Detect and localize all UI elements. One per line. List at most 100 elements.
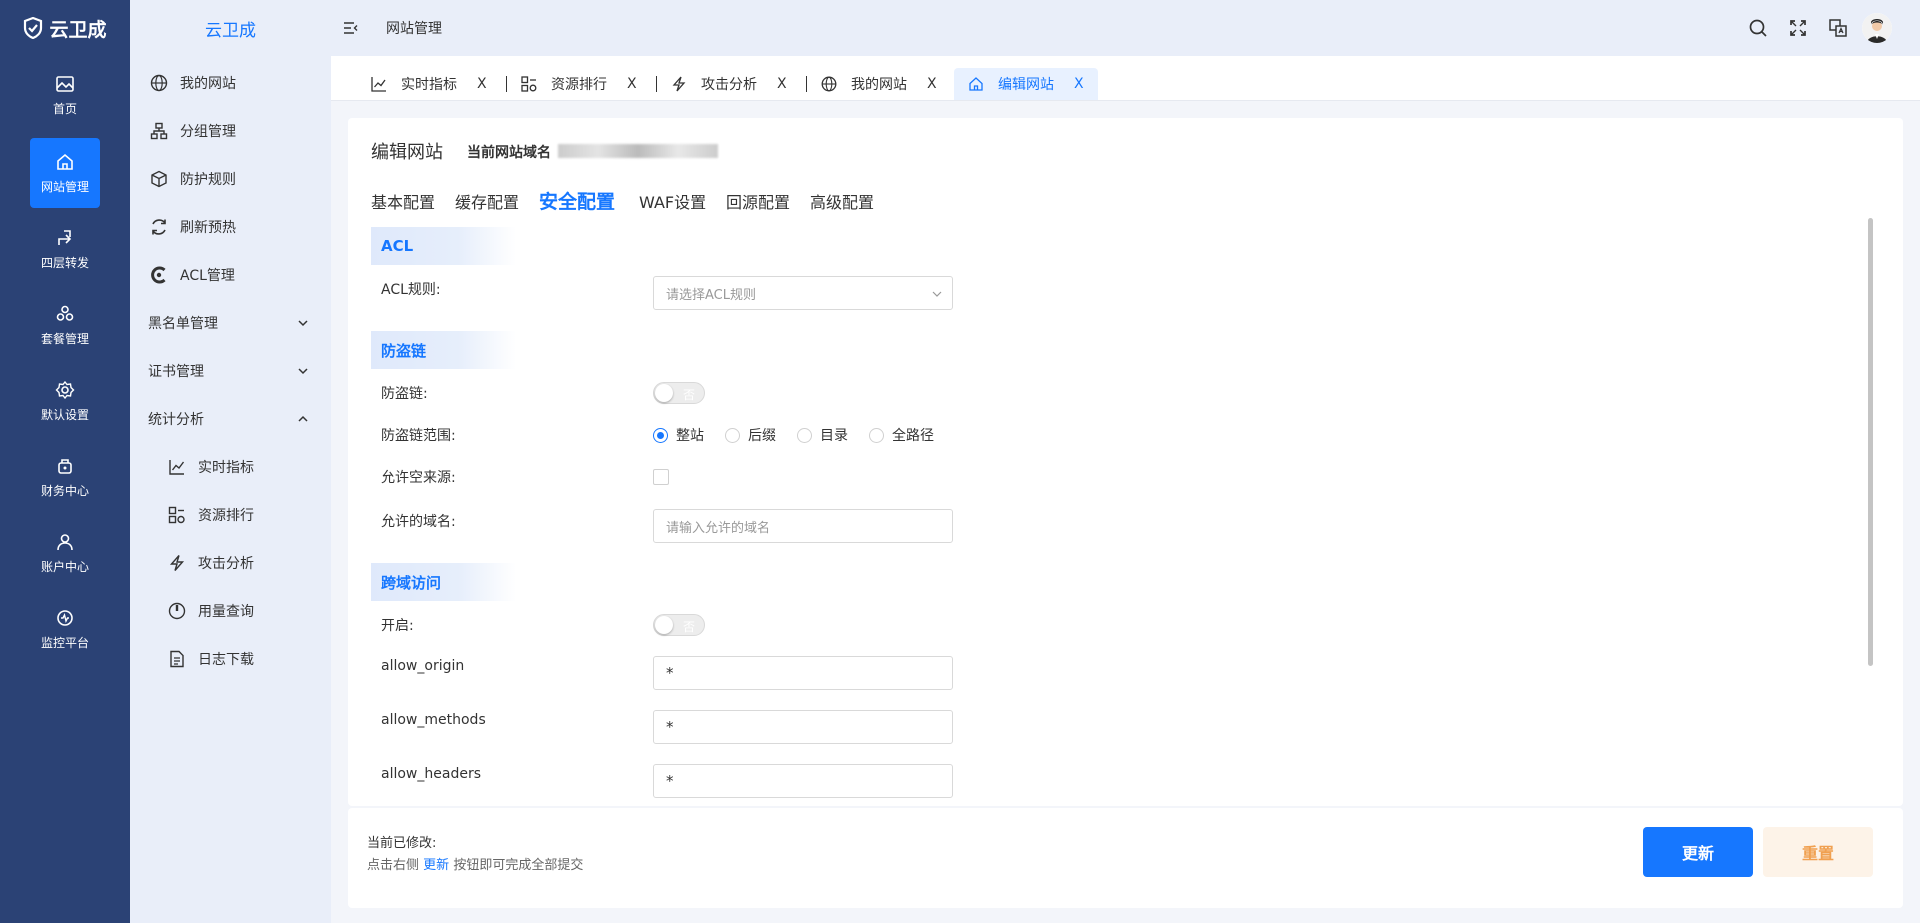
radio-dot <box>725 427 740 443</box>
update-button[interactable]: 更新 <box>1643 827 1753 877</box>
tab-bar: 实时指标 X 资源排行 X 攻击分析 X 我的网站 X 编辑网站 X <box>331 56 1920 101</box>
allow-origin-input[interactable]: * <box>653 656 953 690</box>
tab-edit-site[interactable]: 编辑网站 X <box>954 68 1098 100</box>
cors-enable-label: 开启: <box>381 618 414 634</box>
chevron-up-icon <box>298 415 308 422</box>
tab-divider <box>656 76 657 92</box>
rail-item-site-management[interactable]: 网站管理 <box>30 138 100 208</box>
menu-item-realtime-metrics[interactable]: 实时指标 <box>130 447 331 487</box>
scope-radio-suffix[interactable]: 后缀 <box>725 425 776 445</box>
menu-item-protection-rules[interactable]: 防护规则 <box>130 159 331 199</box>
allowed-domains-input[interactable]: 请输入允许的域名 <box>653 509 953 543</box>
menu-fold-icon[interactable] <box>343 20 359 36</box>
allow-empty-referer-checkbox[interactable] <box>653 469 669 485</box>
subtab-waf[interactable]: WAF设置 <box>639 189 706 213</box>
globe-icon <box>821 76 837 92</box>
rank-icon <box>521 76 537 92</box>
document-icon <box>170 650 184 668</box>
scope-radio-full-path[interactable]: 全路径 <box>869 425 934 445</box>
tab-close-button[interactable]: X <box>1074 76 1084 92</box>
modified-status: 当前已修改: <box>367 836 437 851</box>
scope-radio-whole-site[interactable]: 整站 <box>653 425 704 445</box>
globe-icon <box>150 74 168 92</box>
translate-icon[interactable] <box>1828 18 1848 38</box>
allow-headers-input[interactable]: * <box>653 764 953 798</box>
user-icon <box>57 533 73 550</box>
home-icon <box>969 77 983 91</box>
scope-radio-directory[interactable]: 目录 <box>797 425 848 445</box>
menu-item-attack-analysis[interactable]: 攻击分析 <box>130 543 331 583</box>
search-icon[interactable] <box>1748 18 1768 38</box>
package-icon <box>56 305 74 321</box>
lightning-icon <box>672 76 686 92</box>
menu-item-certificates[interactable]: 证书管理 <box>130 351 331 391</box>
section-cors: 跨域访问 <box>371 563 516 601</box>
fullscreen-icon[interactable] <box>1788 18 1808 38</box>
menu-item-acl-management[interactable]: ACL管理 <box>130 255 331 295</box>
menu-item-usage-query[interactable]: 用量查询 <box>130 591 331 631</box>
forward-icon <box>58 229 72 245</box>
brand-logo[interactable]: 云卫成 <box>0 0 130 56</box>
menu-item-refresh-prefetch[interactable]: 刷新预热 <box>130 207 331 247</box>
rail-item-package[interactable]: 套餐管理 <box>30 290 100 360</box>
wallet-icon <box>58 458 72 474</box>
tab-close-button[interactable]: X <box>627 76 637 92</box>
avatar[interactable] <box>1862 13 1892 43</box>
brand-name: 云卫成 <box>49 18 107 41</box>
tab-close-button[interactable]: X <box>927 76 937 92</box>
tab-attack-analysis[interactable]: 攻击分析 X <box>671 68 787 100</box>
monitor-icon <box>57 609 73 626</box>
allowed-domains-label: 允许的域名: <box>381 514 456 530</box>
tab-close-button[interactable]: X <box>777 76 787 92</box>
tab-close-button[interactable]: X <box>477 76 487 92</box>
breadcrumb: 网站管理 <box>386 21 442 37</box>
reset-button[interactable]: 重置 <box>1763 827 1873 877</box>
hotlink-toggle[interactable]: 否 <box>653 382 705 404</box>
menu-item-blacklist[interactable]: 黑名单管理 <box>130 303 331 343</box>
content-scrollbar[interactable] <box>1868 218 1873 666</box>
subtab-advanced[interactable]: 高级配置 <box>810 189 874 213</box>
acl-rule-select[interactable]: 请选择ACL规则 <box>653 276 953 310</box>
rail-item-monitor[interactable]: 监控平台 <box>30 594 100 664</box>
acl-rule-label: ACL规则: <box>381 282 441 298</box>
top-header: 网站管理 <box>331 0 1920 56</box>
rail-item-finance[interactable]: 财务中心 <box>30 442 100 512</box>
cors-enable-toggle[interactable]: 否 <box>653 614 705 636</box>
tab-divider <box>506 76 507 92</box>
tab-realtime-metrics[interactable]: 实时指标 X <box>371 68 487 100</box>
gear-icon <box>55 380 75 399</box>
tab-resource-ranking[interactable]: 资源排行 X <box>521 68 637 100</box>
rail-item-default-settings[interactable]: 默认设置 <box>30 366 100 436</box>
menu-item-log-download[interactable]: 日志下载 <box>130 639 331 679</box>
allow-origin-label: allow_origin <box>381 658 465 674</box>
rail-item-account[interactable]: 账户中心 <box>30 518 100 588</box>
tab-my-sites[interactable]: 我的网站 X <box>821 68 937 100</box>
subtab-security[interactable]: 安全配置 <box>539 187 615 214</box>
subtab-cache[interactable]: 缓存配置 <box>455 189 519 213</box>
toggle-knob <box>655 384 673 402</box>
rail-item-l4-forward[interactable]: 四层转发 <box>30 214 100 284</box>
hotlink-scope-label: 防盗链范围: <box>381 428 456 444</box>
menu-title: 云卫成 <box>205 20 256 41</box>
menu-item-my-sites[interactable]: 我的网站 <box>130 63 331 103</box>
secondary-menu: 云卫成 我的网站 分组管理 防护规则 刷新预热 ACL管理 黑名单管理 证书管理… <box>130 0 331 923</box>
avatar-image <box>1862 13 1892 43</box>
section-hotlink: 防盗链 <box>371 331 516 369</box>
menu-item-group-management[interactable]: 分组管理 <box>130 111 331 151</box>
chevron-down-icon <box>298 320 308 327</box>
radio-dot <box>797 427 812 443</box>
subtab-basic[interactable]: 基本配置 <box>371 189 435 213</box>
menu-item-statistics[interactable]: 统计分析 <box>130 399 331 439</box>
rank-icon <box>168 506 185 524</box>
acl-icon <box>151 266 166 284</box>
menu-item-resource-ranking[interactable]: 资源排行 <box>130 495 331 535</box>
submit-hint: 点击右侧 更新 按钮即可完成全部提交 <box>367 858 584 873</box>
tab-divider <box>806 76 807 92</box>
rail-item-home[interactable]: 首页 <box>30 60 100 130</box>
shield-icon <box>24 17 43 39</box>
lightning-icon <box>169 555 185 571</box>
allow-methods-label: allow_methods <box>381 712 486 728</box>
allow-methods-input[interactable]: * <box>653 710 953 744</box>
radio-dot <box>653 427 668 443</box>
subtab-origin[interactable]: 回源配置 <box>726 189 790 213</box>
